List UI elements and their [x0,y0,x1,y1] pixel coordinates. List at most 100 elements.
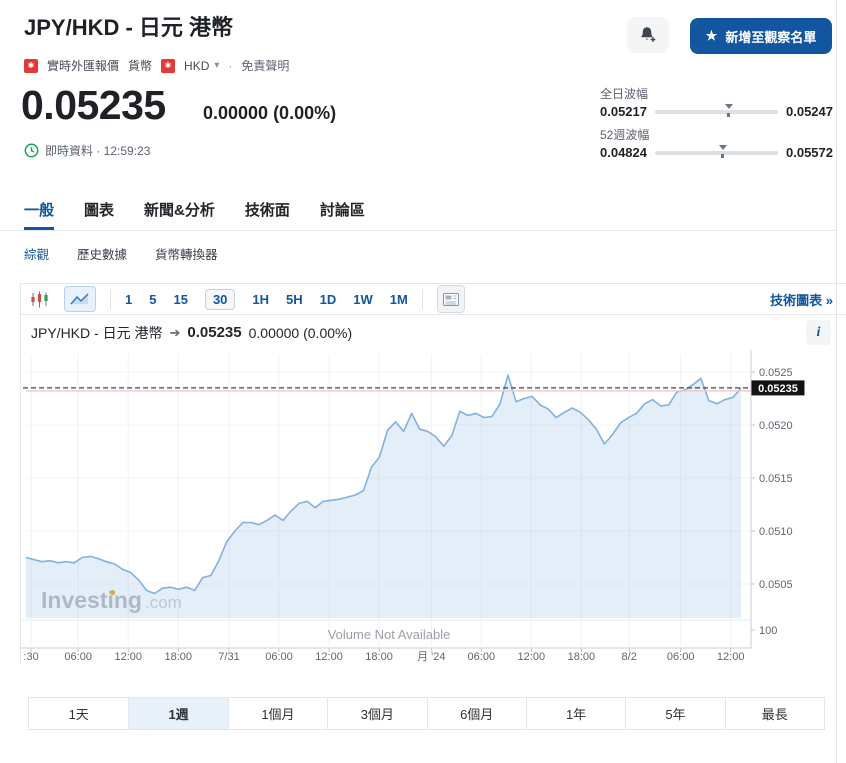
day-range-track [655,110,778,114]
svg-text:18:00: 18:00 [164,651,192,662]
day-range-high: 0.05247 [786,104,833,119]
realtime-timestamp: 即時資料 · 12:59:23 [45,142,150,159]
realtime-row: 即時資料 · 12:59:23 [24,142,150,159]
svg-text:06:00: 06:00 [64,651,92,662]
chevron-down-icon[interactable]: ▾ [214,60,219,71]
interval-15[interactable]: 15 [173,292,187,307]
chart-events-icon[interactable] [437,285,465,313]
period-max[interactable]: 最長 [725,698,824,729]
period-selector: 1天 1週 1個月 3個月 6個月 1年 5年 最長 [28,697,825,730]
last-price: 0.05235 [21,82,166,129]
toolbar-divider [422,289,423,309]
chart-last-price: 0.05235 [187,324,241,341]
hk-flag-icon: ✱ [161,59,175,73]
sub-tabs: 綜觀 歷史數據 貨幣轉換器 [24,244,218,263]
instrument-page: JPY/HKD - 日元 港幣 ✱ 實時外匯報價 貨幣 ✱ HKD ▾ · 免責… [0,0,846,763]
currency-select[interactable]: HKD [184,59,209,73]
svg-text:12:00: 12:00 [315,651,343,662]
svg-text:100: 100 [759,625,777,637]
interval-30[interactable]: 30 [205,289,235,310]
period-1year[interactable]: 1年 [526,698,625,729]
svg-text::30: :30 [23,651,38,662]
svg-text:0.0510: 0.0510 [759,526,793,538]
svg-text:月 '24: 月 '24 [417,651,445,662]
info-icon[interactable]: i [806,320,831,345]
svg-text:0.0515: 0.0515 [759,473,793,485]
subtab-currency-converter[interactable]: 貨幣轉換器 [155,244,218,263]
svg-text:12:00: 12:00 [114,651,142,662]
create-alert-button[interactable] [627,17,669,53]
hk-flag-icon: ✱ [24,59,38,73]
price-change: 0.00000 (0.00%) [203,103,336,124]
candlestick-chart-icon[interactable] [30,291,50,308]
instrument-meta: ✱ 實時外匯報價 貨幣 ✱ HKD ▾ · 免責聲明 [24,57,289,74]
svg-text:06:00: 06:00 [667,651,695,662]
period-1day[interactable]: 1天 [29,698,128,729]
chart-price-change: 0.00000 (0.00%) [249,325,353,341]
svg-text:18:00: 18:00 [365,651,393,662]
period-6months[interactable]: 6個月 [427,698,526,729]
svg-text:06:00: 06:00 [265,651,293,662]
period-1month[interactable]: 1個月 [228,698,327,729]
price-chart[interactable]: :30 06:00 12:00 18:00 7/31 06:00 12:00 18:00 月 '… [21,350,846,662]
week52-range-marker [719,145,727,158]
quote-type-label: 實時外匯報價 [47,57,119,74]
interval-group: 1 5 15 30 1H 5H 1D 1W 1M [125,289,408,310]
subtab-historical-data[interactable]: 歷史數據 [77,244,127,263]
period-3months[interactable]: 3個月 [327,698,426,729]
main-tabs: 一般 圖表 新聞&分析 技術面 討論區 [0,197,836,231]
page-title: JPY/HKD - 日元 港幣 [24,10,233,42]
period-5years[interactable]: 5年 [625,698,724,729]
day-range-low: 0.05217 [600,104,647,119]
period-1week[interactable]: 1週 [128,698,227,729]
interval-1m[interactable]: 1M [390,292,408,307]
svg-text:0.0505: 0.0505 [759,579,793,591]
tab-general[interactable]: 一般 [24,199,54,230]
chart-toolbar: 1 5 15 30 1H 5H 1D 1W 1M 技術圖表 » [21,284,846,315]
svg-text:0.05235: 0.05235 [758,383,798,395]
interval-5h[interactable]: 5H [286,292,303,307]
week52-range-row: 0.04824 0.05572 [600,145,833,160]
dot-separator: · [228,59,232,73]
subtab-overview[interactable]: 綜觀 [24,244,49,263]
watchlist-button-label: 新增至觀察名單 [725,27,816,46]
interval-1h[interactable]: 1H [252,292,269,307]
svg-text:0.0520: 0.0520 [759,420,793,432]
tab-news-analysis[interactable]: 新聞&分析 [144,199,215,230]
svg-text:0.0525: 0.0525 [759,367,793,379]
clock-icon [24,143,39,158]
area-chart-icon[interactable] [64,286,96,312]
toolbar-divider [110,289,111,309]
svg-text:Volume Not Available: Volume Not Available [328,627,451,642]
svg-text:7/31: 7/31 [218,651,239,662]
svg-text:18:00: 18:00 [568,651,596,662]
bell-plus-icon [638,26,658,44]
interval-1w[interactable]: 1W [353,292,373,307]
interval-1[interactable]: 1 [125,292,132,307]
svg-text:8/2: 8/2 [622,651,637,662]
tab-technical[interactable]: 技術面 [245,199,290,230]
interval-1d[interactable]: 1D [320,292,337,307]
interval-5[interactable]: 5 [149,292,156,307]
star-icon: ★ [706,28,718,44]
svg-text:06:00: 06:00 [468,651,496,662]
svg-text:12:00: 12:00 [717,651,745,662]
day-range-row: 0.05217 0.05247 [600,104,833,119]
disclaimer-link[interactable]: 免責聲明 [241,57,289,74]
week52-range-track [655,151,778,155]
tab-charts[interactable]: 圖表 [84,199,114,230]
week52-range-high: 0.05572 [786,145,833,160]
arrow-right-icon: ➔ [169,325,180,341]
day-range-label: 全日波幅 [600,85,833,102]
range-panel: 全日波幅 0.05217 0.05247 52週波幅 0.04824 0.055… [600,85,833,167]
chart-symbol: JPY/HKD - 日元 港幣 [31,323,162,343]
tab-forum[interactable]: 討論區 [320,199,365,230]
week52-range-label: 52週波幅 [600,126,833,143]
week52-range-low: 0.04824 [600,145,647,160]
currency-label: 貨幣 [128,57,152,74]
day-range-marker [725,104,733,117]
technical-chart-link[interactable]: 技術圖表 » [770,290,833,309]
svg-text:12:00: 12:00 [518,651,546,662]
chart-header: JPY/HKD - 日元 港幣 ➔ 0.05235 0.00000 (0.00%… [21,315,846,350]
add-to-watchlist-button[interactable]: ★ 新增至觀察名單 [690,18,832,54]
